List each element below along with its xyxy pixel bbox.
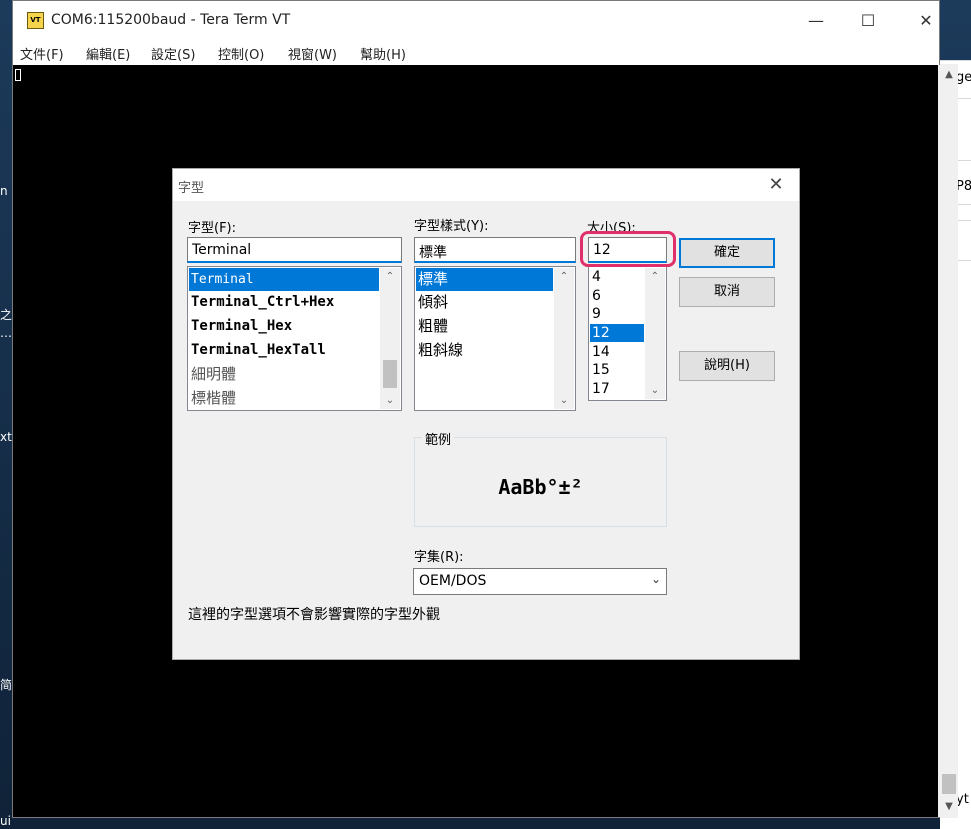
dialog-title: 字型 xyxy=(178,181,205,196)
size-list-item[interactable]: 14 xyxy=(590,343,644,361)
dialog-close-icon[interactable]: ✕ xyxy=(763,173,789,197)
size-list-item[interactable]: 4 xyxy=(590,268,644,286)
window-title: COM6:115200baud - Tera Term VT xyxy=(51,12,291,28)
font-size-listbox[interactable]: 4 6 9 12 14 15 17 ⌃ ⌄ xyxy=(588,266,667,401)
dialog-note: 這裡的字型選項不會影響實際的字型外觀 xyxy=(188,607,440,623)
charset-select[interactable]: OEM/DOS ⌄ xyxy=(413,568,667,595)
menu-window[interactable]: 視窗(W) xyxy=(288,44,337,63)
desktop-text-fragment: … xyxy=(0,326,12,340)
scroll-down-icon[interactable]: ▼ xyxy=(940,798,958,816)
font-style-input[interactable]: 標準 xyxy=(414,237,576,263)
chevron-up-icon[interactable]: ⌃ xyxy=(380,268,400,285)
font-list-item[interactable]: Terminal xyxy=(189,268,379,291)
size-list-item[interactable]: 17 xyxy=(590,380,644,398)
style-list-item[interactable]: 粗體 xyxy=(416,315,553,338)
font-list-item[interactable]: Terminal_Hex xyxy=(189,315,379,338)
font-style-listbox[interactable]: 標準 傾斜 粗體 粗斜線 ⌃ ⌄ xyxy=(414,266,576,411)
size-list-scrollbar[interactable]: ⌃ ⌄ xyxy=(645,268,665,399)
chevron-up-icon[interactable]: ⌃ xyxy=(554,268,574,285)
maximize-button[interactable]: ☐ xyxy=(845,5,891,37)
font-list-item[interactable]: Terminal_Ctrl+Hex xyxy=(189,291,379,314)
size-list-item[interactable]: 15 xyxy=(590,361,644,379)
style-list-item[interactable]: 標準 xyxy=(416,268,553,291)
minimize-button[interactable]: — xyxy=(793,5,839,37)
chevron-down-icon[interactable]: ⌄ xyxy=(554,392,574,409)
close-button[interactable]: ✕ xyxy=(903,5,949,37)
font-list-scrollbar[interactable]: ⌃ ⌄ xyxy=(380,268,400,409)
ok-button[interactable]: 確定 xyxy=(679,238,775,268)
title-bar[interactable]: VT COM6:115200baud - Tera Term VT — ☐ ✕ xyxy=(13,1,939,41)
style-list-scrollbar[interactable]: ⌃ ⌄ xyxy=(554,268,574,409)
menu-file[interactable]: 文件(F) xyxy=(20,44,64,63)
desktop-text-fragment: 简 xyxy=(0,678,12,692)
size-highlight-annotation xyxy=(580,231,676,267)
help-button[interactable]: 說明(H) xyxy=(679,351,775,381)
teraterm-app-icon[interactable]: VT xyxy=(27,12,44,29)
menu-bar: 文件(F) 編輯(E) 設定(S) 控制(O) 視窗(W) 幫助(H) xyxy=(13,41,939,65)
menu-control[interactable]: 控制(O) xyxy=(218,44,264,63)
desktop-text-fragment: 之 xyxy=(0,308,12,322)
size-list-item[interactable]: 9 xyxy=(590,305,644,323)
desktop-text-fragment: xt xyxy=(0,430,12,444)
cancel-button[interactable]: 取消 xyxy=(679,277,775,307)
background-text-fragment: P8 xyxy=(956,179,971,194)
sample-text: AaBb°±² xyxy=(498,475,583,499)
font-name-input[interactable]: Terminal xyxy=(187,237,402,263)
chevron-down-icon[interactable]: ⌄ xyxy=(645,382,665,399)
menu-edit[interactable]: 編輯(E) xyxy=(86,44,130,63)
style-list-item[interactable]: 傾斜 xyxy=(416,291,553,314)
size-list-item[interactable]: 6 xyxy=(590,287,644,305)
sample-label: 範例 xyxy=(422,429,455,448)
desktop-text-fragment: ui) xyxy=(0,814,12,828)
font-label: 字型(F): xyxy=(188,221,237,236)
background-text-fragment: ge xyxy=(956,70,971,85)
menu-help[interactable]: 幫助(H) xyxy=(360,44,406,63)
style-list-item[interactable]: 粗斜線 xyxy=(416,339,553,362)
charset-label: 字集(R): xyxy=(414,550,464,565)
chevron-down-icon[interactable]: ⌄ xyxy=(651,572,661,586)
terminal-cursor xyxy=(15,69,21,81)
font-style-label: 字型樣式(Y): xyxy=(414,219,489,234)
font-list-item[interactable]: 細明體 xyxy=(189,363,379,386)
desktop-text-fragment: n xyxy=(0,184,8,198)
scroll-thumb[interactable] xyxy=(942,774,956,794)
charset-value: OEM/DOS xyxy=(419,573,487,589)
font-list-item[interactable]: Terminal_HexTall xyxy=(189,339,379,362)
chevron-down-icon[interactable]: ⌄ xyxy=(380,392,400,409)
chevron-up-icon[interactable]: ⌃ xyxy=(645,268,665,285)
dialog-title-bar[interactable]: 字型 ✕ xyxy=(173,169,799,201)
scroll-up-icon[interactable]: ▲ xyxy=(940,66,958,84)
font-list-item[interactable]: 標楷體 xyxy=(189,387,379,410)
menu-setup[interactable]: 設定(S) xyxy=(151,44,195,63)
vertical-scrollbar[interactable]: ▲ ▼ xyxy=(940,64,958,818)
size-list-item[interactable]: 12 xyxy=(590,324,644,342)
font-listbox[interactable]: Terminal Terminal_Ctrl+Hex Terminal_Hex … xyxy=(187,266,402,411)
font-scroll-thumb[interactable] xyxy=(383,360,397,388)
